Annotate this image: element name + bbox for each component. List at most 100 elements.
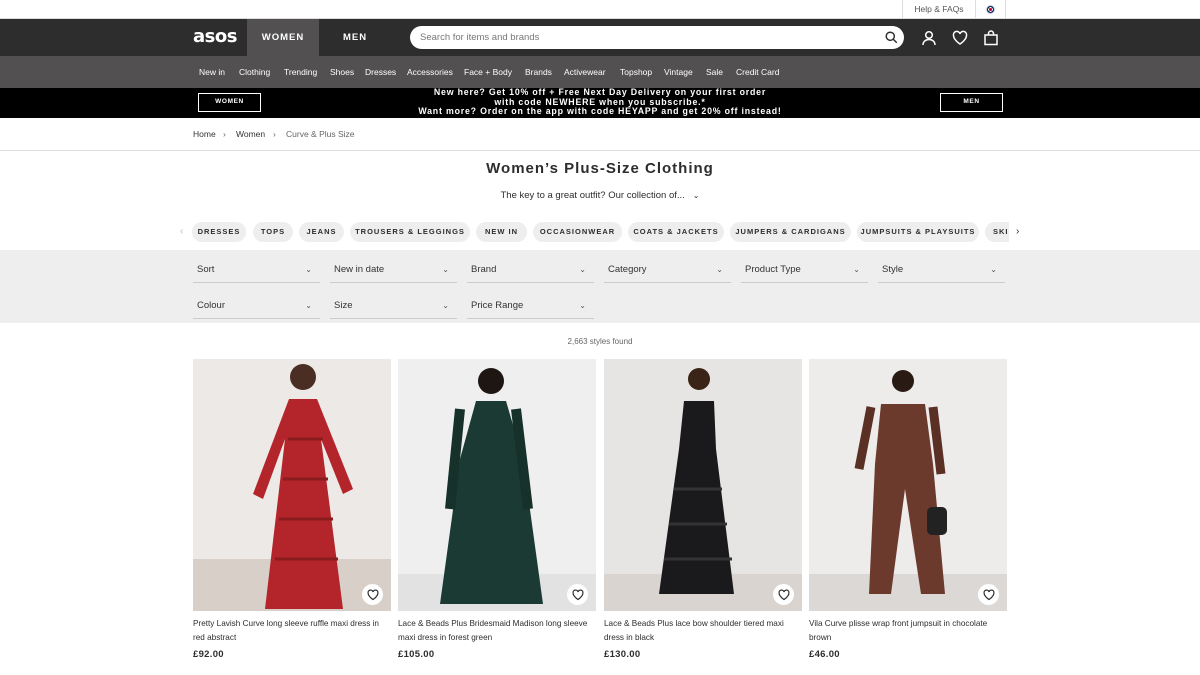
pill-jeans[interactable]: JEANS: [299, 222, 344, 242]
bag-icon[interactable]: [983, 30, 999, 46]
nav-credit-card[interactable]: Credit Card: [736, 56, 779, 88]
category-nav: New in Clothing Trending Shoes Dresses A…: [0, 56, 1200, 88]
chevron-down-icon[interactable]: ⌄: [693, 191, 700, 200]
model-photo: [809, 370, 1007, 611]
breadcrumb: Home › Women › Curve & Plus Size: [0, 118, 1200, 151]
filter-new-in-date[interactable]: New in date ⌄: [330, 257, 457, 283]
pill-tops[interactable]: TOPS: [253, 222, 293, 242]
pill-jumpsuits-playsuits[interactable]: JUMPSUITS & PLAYSUITS: [857, 222, 979, 242]
filter-brand[interactable]: Brand ⌄: [467, 257, 594, 283]
heart-icon: [572, 589, 583, 600]
filter-label: Category: [608, 264, 647, 275]
utility-bar: Help & FAQs: [0, 0, 1200, 19]
filter-colour[interactable]: Colour ⌄: [193, 293, 320, 319]
filter-sort[interactable]: Sort ⌄: [193, 257, 320, 283]
chevron-down-icon: ⌄: [442, 301, 449, 310]
results-count: 2,663 styles found: [567, 337, 633, 346]
product-name[interactable]: Lace & Beads Plus lace bow shoulder tier…: [604, 617, 802, 645]
filter-style[interactable]: Style ⌄: [878, 257, 1005, 283]
heart-icon[interactable]: [952, 30, 968, 46]
product-price: £92.00: [193, 649, 224, 660]
pill-dresses[interactable]: DRESSES: [192, 222, 246, 242]
promo-banner[interactable]: WOMEN New here? Get 10% off + Free Next …: [0, 87, 1200, 118]
nav-new-in[interactable]: New in: [199, 56, 225, 88]
product-name[interactable]: Lace & Beads Plus Bridesmaid Madison lon…: [398, 617, 596, 645]
chevron-down-icon: ⌄: [579, 301, 586, 310]
filter-label: Price Range: [471, 300, 524, 311]
product-price: £130.00: [604, 649, 641, 660]
breadcrumb-women[interactable]: Women: [236, 118, 265, 151]
page-description[interactable]: The key to a great outfit? Our collectio…: [0, 190, 1200, 201]
pill-trousers-leggings[interactable]: TROUSERS & LEGGINGS: [350, 222, 470, 242]
product-name[interactable]: Vila Curve plisse wrap front jumpsuit in…: [809, 617, 1007, 645]
promo-women-button[interactable]: WOMEN: [198, 93, 261, 112]
product-image[interactable]: [604, 359, 802, 611]
nav-accessories[interactable]: Accessories: [407, 56, 453, 88]
product-image[interactable]: [193, 359, 391, 611]
filter-label: Style: [882, 264, 904, 275]
account-icon[interactable]: [921, 30, 937, 46]
save-favourite-button[interactable]: [362, 584, 383, 605]
search-icon[interactable]: [885, 31, 898, 44]
help-faqs-link[interactable]: Help & FAQs: [902, 0, 976, 19]
pill-skirts[interactable]: SKIRTS: [985, 222, 1009, 242]
country-selector[interactable]: [976, 0, 1006, 19]
breadcrumb-separator: ›: [223, 129, 226, 139]
chevron-left-icon[interactable]: ‹: [180, 222, 183, 242]
product-image[interactable]: [398, 359, 596, 611]
model-photo: [604, 368, 802, 611]
chevron-down-icon: ⌄: [579, 265, 586, 274]
filter-product-type[interactable]: Product Type ⌄: [741, 257, 868, 283]
nav-vintage[interactable]: Vintage: [664, 56, 693, 88]
product-card[interactable]: Lace & Beads Plus lace bow shoulder tier…: [604, 359, 802, 660]
save-favourite-button[interactable]: [567, 584, 588, 605]
nav-face-body[interactable]: Face + Body: [464, 56, 512, 88]
product-card[interactable]: Lace & Beads Plus Bridesmaid Madison lon…: [398, 359, 596, 660]
nav-topshop[interactable]: Topshop: [620, 56, 652, 88]
model-photo: [193, 364, 391, 611]
tab-women[interactable]: WOMEN: [247, 19, 319, 56]
nav-trending[interactable]: Trending: [284, 56, 317, 88]
product-image[interactable]: [809, 359, 1007, 611]
chevron-right-icon[interactable]: ›: [1016, 222, 1019, 242]
asos-logo[interactable]: asos: [193, 26, 237, 47]
filter-bar: Sort ⌄ New in date ⌄ Brand ⌄ Category ⌄ Prod…: [0, 250, 1200, 323]
nav-activewear[interactable]: Activewear: [564, 56, 606, 88]
filter-label: New in date: [334, 264, 385, 275]
chevron-down-icon: ⌄: [990, 265, 997, 274]
promo-message: New here? Get 10% off + Free Next Day De…: [380, 87, 820, 117]
description-text: The key to a great outfit? Our collectio…: [500, 190, 685, 201]
filter-label: Product Type: [745, 264, 801, 275]
nav-sale[interactable]: Sale: [706, 56, 723, 88]
save-favourite-button[interactable]: [978, 584, 999, 605]
nav-clothing[interactable]: Clothing: [239, 56, 270, 88]
pill-jumpers-cardigans[interactable]: JUMPERS & CARDIGANS: [730, 222, 851, 242]
pill-coats-jackets[interactable]: COATS & JACKETS: [628, 222, 724, 242]
filter-label: Sort: [197, 264, 215, 275]
filter-price-range[interactable]: Price Range ⌄: [467, 293, 594, 319]
chevron-down-icon: ⌄: [442, 265, 449, 274]
nav-shoes[interactable]: Shoes: [330, 56, 354, 88]
search-input[interactable]: [420, 26, 880, 49]
pill-occasionwear[interactable]: OCCASIONWEAR: [533, 222, 622, 242]
nav-brands[interactable]: Brands: [525, 56, 552, 88]
nav-dresses[interactable]: Dresses: [365, 56, 396, 88]
filter-size[interactable]: Size ⌄: [330, 293, 457, 319]
filter-category[interactable]: Category ⌄: [604, 257, 731, 283]
uk-flag-icon: [986, 5, 995, 14]
search-bar: [410, 26, 904, 49]
save-favourite-button[interactable]: [773, 584, 794, 605]
header: asos WOMEN MEN: [0, 19, 1200, 56]
product-price: £105.00: [398, 649, 435, 660]
product-card[interactable]: Pretty Lavish Curve long sleeve ruffle m…: [193, 359, 391, 660]
tab-men[interactable]: MEN: [319, 19, 391, 56]
product-card[interactable]: Vila Curve plisse wrap front jumpsuit in…: [809, 359, 1007, 660]
breadcrumb-home[interactable]: Home: [193, 118, 216, 151]
filter-label: Brand: [471, 264, 497, 275]
product-name[interactable]: Pretty Lavish Curve long sleeve ruffle m…: [193, 617, 391, 645]
pill-new-in[interactable]: NEW IN: [476, 222, 527, 242]
chevron-down-icon: ⌄: [305, 301, 312, 310]
model-photo: [398, 368, 596, 611]
chevron-down-icon: ⌄: [305, 265, 312, 274]
promo-men-button[interactable]: MEN: [940, 93, 1003, 112]
